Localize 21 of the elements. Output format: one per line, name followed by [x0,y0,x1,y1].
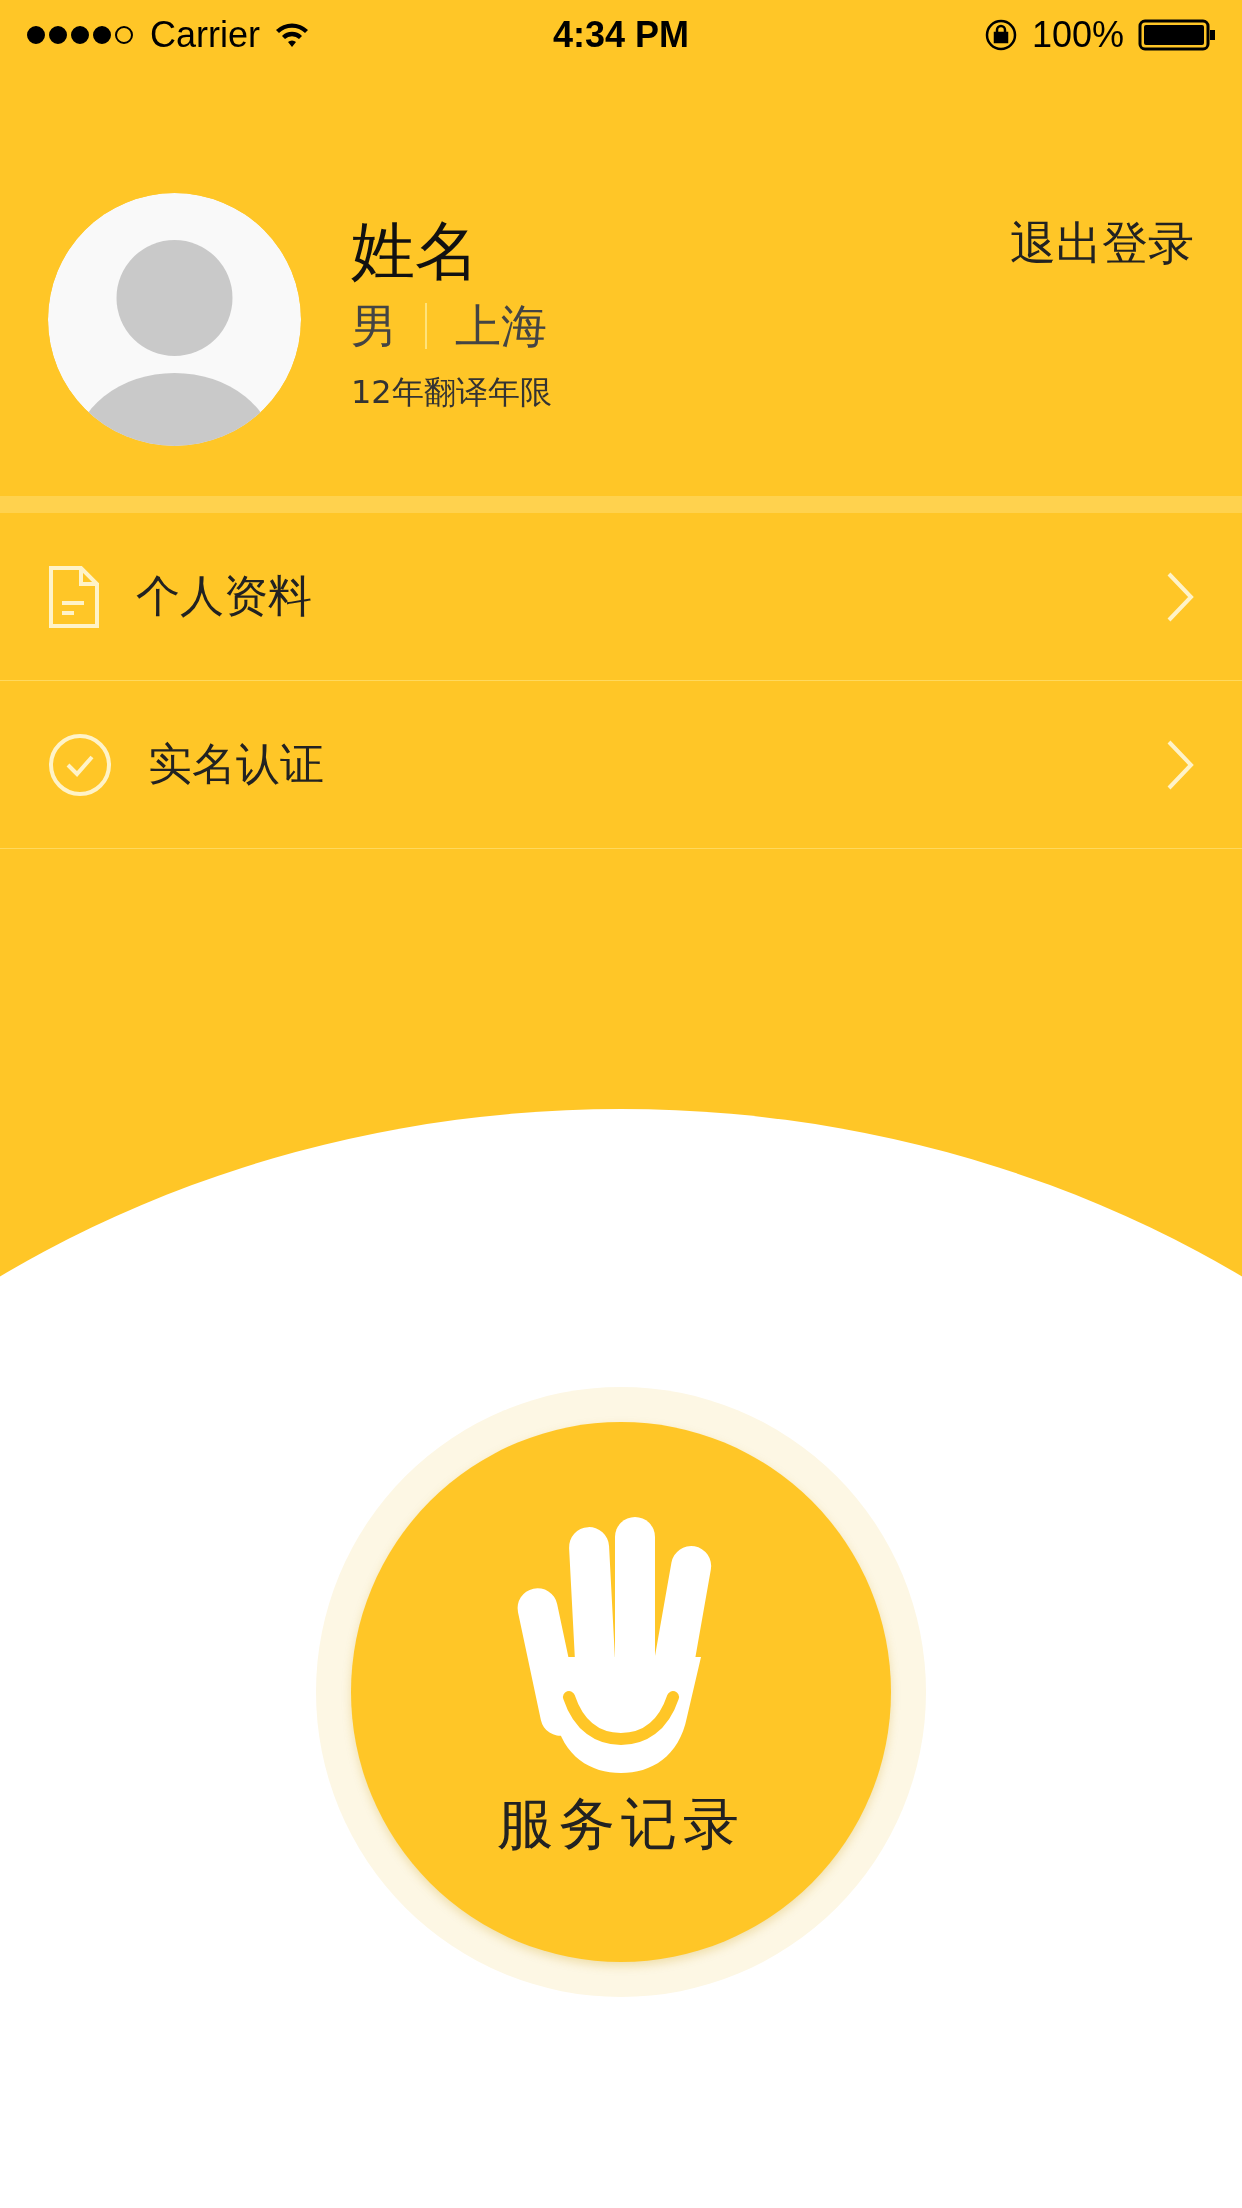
battery-icon [1138,19,1216,51]
menu-label: 实名认证 [148,737,325,791]
gender-text: 男 [351,298,397,355]
city-text: 上海 [455,298,547,355]
document-icon [48,564,100,629]
rotation-lock-icon [983,18,1018,52]
menu-label: 个人资料 [136,569,313,623]
status-time: 4:34 PM [552,14,690,56]
battery-percent: 100% [1031,14,1124,56]
menu-row[interactable]: 个人资料 [0,513,1242,681]
chevron-right-icon [1166,738,1194,791]
wifi-icon [274,21,310,49]
experience-text: 12年翻译年限 [351,372,553,413]
logout-button[interactable]: 退出登录 [1010,213,1194,275]
check-circle-icon [48,732,112,797]
menu-row[interactable]: 实名认证 [0,681,1242,849]
service-record-button[interactable]: 服务记录 [351,1422,891,1962]
carrier-name: Carrier [150,14,260,56]
user-name: 姓名 [351,213,480,290]
signal-icon [26,25,136,45]
chevron-right-icon [1166,570,1194,623]
